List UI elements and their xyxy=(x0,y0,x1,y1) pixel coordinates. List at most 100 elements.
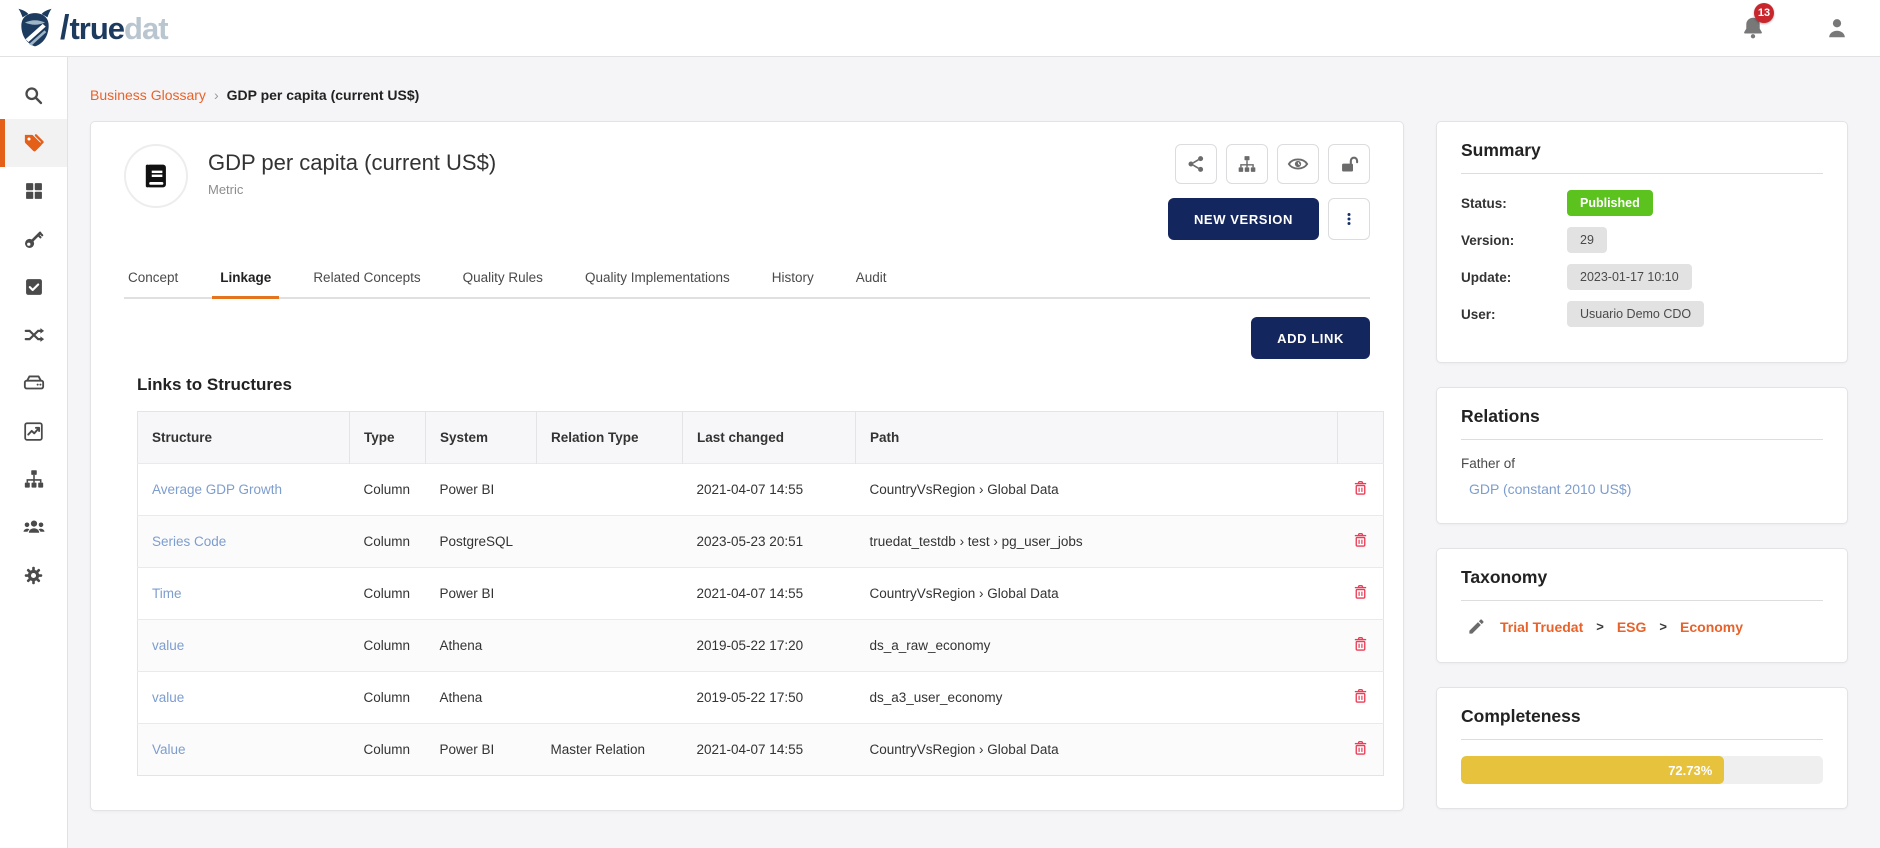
drive-icon xyxy=(23,372,45,394)
edit-taxonomy-button[interactable] xyxy=(1467,617,1486,636)
key-icon xyxy=(23,229,44,250)
last-changed-cell: 2023-05-23 20:51 xyxy=(683,516,856,568)
notifications-button[interactable]: 13 xyxy=(1740,15,1766,41)
table-row: value Column Athena 2019-05-22 17:20 ds_… xyxy=(138,620,1384,672)
tab-quality-implementations[interactable]: Quality Implementations xyxy=(583,262,732,297)
last-changed-cell: 2021-04-07 14:55 xyxy=(683,724,856,776)
completeness-percent-label: 72.73% xyxy=(1668,763,1712,778)
delete-link-button[interactable] xyxy=(1352,739,1369,757)
breadcrumb-current: GDP per capita (current US$) xyxy=(227,87,420,103)
right-panel-column: Summary Status: Published Version: 29 Up… xyxy=(1436,121,1848,809)
path-cell: ds_a3_user_economy xyxy=(856,672,1338,724)
sidebar-item-settings[interactable] xyxy=(0,551,67,599)
watch-button[interactable] xyxy=(1277,144,1319,184)
sidebar-item-users[interactable] xyxy=(0,503,67,551)
delete-link-button[interactable] xyxy=(1352,687,1369,705)
trash-icon xyxy=(1352,687,1369,705)
delete-link-button[interactable] xyxy=(1352,479,1369,497)
tab-quality-rules[interactable]: Quality Rules xyxy=(461,262,545,297)
add-link-button[interactable]: ADD LINK xyxy=(1251,317,1370,359)
users-icon xyxy=(22,515,46,539)
system-cell: Athena xyxy=(426,672,537,724)
sidebar-item-lineage[interactable] xyxy=(0,311,67,359)
grid-icon xyxy=(24,181,44,201)
sidebar-item-dashboards[interactable] xyxy=(0,167,67,215)
last-changed-cell: 2021-04-07 14:55 xyxy=(683,568,856,620)
tab-linkage[interactable]: Linkage xyxy=(218,262,273,297)
more-actions-button[interactable] xyxy=(1328,198,1370,240)
taxonomy-domain-link[interactable]: ESG xyxy=(1617,619,1647,635)
links-section-title: Links to Structures xyxy=(137,375,1370,395)
sitemap-icon xyxy=(23,468,45,490)
summary-panel: Summary Status: Published Version: 29 Up… xyxy=(1436,121,1848,363)
structure-link[interactable]: Time xyxy=(152,586,182,601)
breadcrumb-parent-link[interactable]: Business Glossary xyxy=(90,87,206,103)
user-menu-button[interactable] xyxy=(1824,15,1850,41)
structure-link[interactable]: Average GDP Growth xyxy=(152,482,282,497)
table-row: Average GDP Growth Column Power BI 2021-… xyxy=(138,464,1384,516)
taxonomy-separator: > xyxy=(1596,619,1604,634)
system-cell: Athena xyxy=(426,620,537,672)
check-square-icon xyxy=(24,277,44,297)
related-concept-link[interactable]: GDP (constant 2010 US$) xyxy=(1469,481,1631,497)
type-cell: Column xyxy=(350,672,426,724)
sidebar-item-domains[interactable] xyxy=(0,455,67,503)
update-badge: 2023-01-17 10:10 xyxy=(1567,264,1692,290)
pencil-icon xyxy=(1467,617,1486,636)
tab-related-concepts[interactable]: Related Concepts xyxy=(311,262,422,297)
share-button[interactable] xyxy=(1175,144,1217,184)
book-icon xyxy=(139,159,173,193)
structure-link[interactable]: value xyxy=(152,638,184,653)
version-label: Version: xyxy=(1461,233,1567,248)
status-label: Status: xyxy=(1461,196,1567,211)
new-version-button[interactable]: NEW VERSION xyxy=(1168,198,1319,240)
delete-link-button[interactable] xyxy=(1352,635,1369,653)
summary-title: Summary xyxy=(1461,140,1823,174)
type-cell: Column xyxy=(350,620,426,672)
structure-link[interactable]: Value xyxy=(152,742,186,757)
relations-title: Relations xyxy=(1461,406,1823,440)
delete-link-button[interactable] xyxy=(1352,583,1369,601)
sidebar-item-permissions[interactable] xyxy=(0,215,67,263)
sidebar-item-insights[interactable] xyxy=(0,407,67,455)
completeness-panel: Completeness 72.73% xyxy=(1436,687,1848,809)
links-table: Structure Type System Relation Type Last… xyxy=(137,411,1384,776)
owl-logo-icon xyxy=(16,7,54,49)
taxonomy-domain-link[interactable]: Economy xyxy=(1680,619,1743,635)
system-cell: Power BI xyxy=(426,464,537,516)
tab-concept[interactable]: Concept xyxy=(126,262,180,297)
type-cell: Column xyxy=(350,724,426,776)
main-content: Business Glossary › GDP per capita (curr… xyxy=(68,57,1880,848)
last-changed-cell: 2019-05-22 17:20 xyxy=(683,620,856,672)
notification-count-badge: 13 xyxy=(1754,3,1774,23)
taxonomy-domain-link[interactable]: Trial Truedat xyxy=(1500,619,1583,635)
version-badge: 29 xyxy=(1567,227,1607,253)
sidebar-item-structures[interactable] xyxy=(0,359,67,407)
relations-panel: Relations Father of GDP (constant 2010 U… xyxy=(1436,387,1848,524)
sidebar-item-search[interactable] xyxy=(0,71,67,119)
top-header: /truedat 13 xyxy=(0,0,1880,57)
system-cell: PostgreSQL xyxy=(426,516,537,568)
trash-icon xyxy=(1352,583,1369,601)
column-header-type: Type xyxy=(350,412,426,464)
page-title: GDP per capita (current US$) xyxy=(208,150,496,176)
delete-link-button[interactable] xyxy=(1352,531,1369,549)
structure-link-button[interactable] xyxy=(1226,144,1268,184)
truedat-logo[interactable]: /truedat xyxy=(16,7,168,49)
last-changed-cell: 2021-04-07 14:55 xyxy=(683,464,856,516)
unlock-icon xyxy=(1339,154,1360,175)
structure-link[interactable]: value xyxy=(152,690,184,705)
tab-history[interactable]: History xyxy=(770,262,816,297)
trash-icon xyxy=(1352,479,1369,497)
lock-button[interactable] xyxy=(1328,144,1370,184)
column-header-structure: Structure xyxy=(138,412,350,464)
column-header-actions xyxy=(1338,412,1384,464)
last-changed-cell: 2019-05-22 17:50 xyxy=(683,672,856,724)
relation-type-cell xyxy=(537,516,683,568)
structure-link[interactable]: Series Code xyxy=(152,534,226,549)
gear-icon xyxy=(23,565,44,586)
sidebar-item-glossary[interactable] xyxy=(0,119,67,167)
relation-type-cell xyxy=(537,620,683,672)
sidebar-item-quality[interactable] xyxy=(0,263,67,311)
tab-audit[interactable]: Audit xyxy=(854,262,889,297)
